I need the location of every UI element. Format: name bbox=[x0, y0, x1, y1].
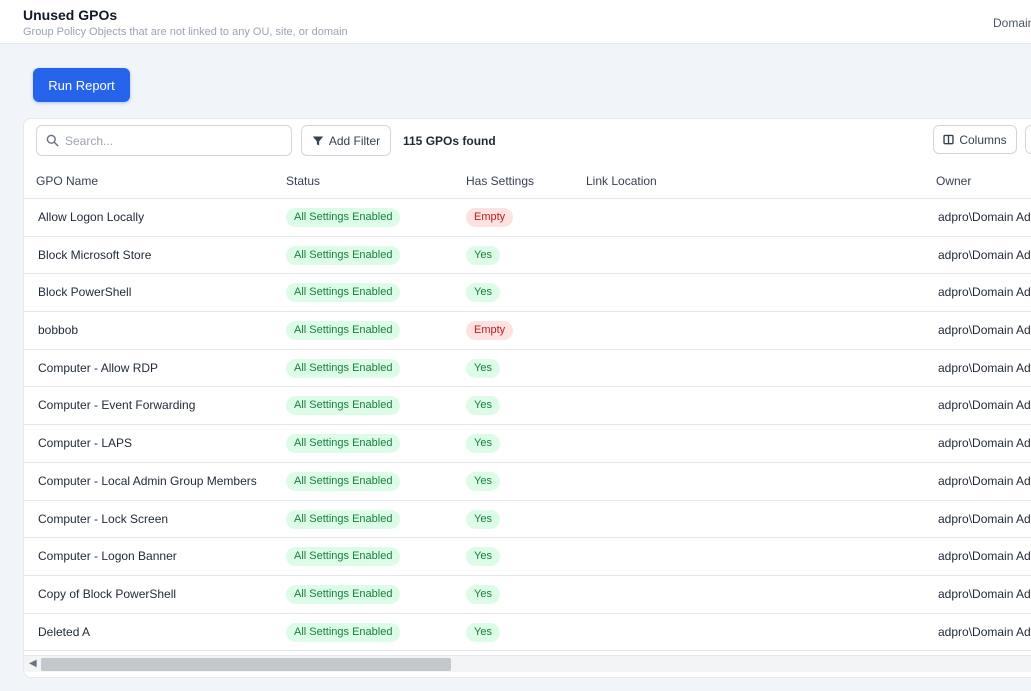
status-badge: All Settings Enabled bbox=[286, 434, 401, 454]
scrollbar-thumb[interactable] bbox=[41, 658, 451, 671]
table-row[interactable]: Computer - LAPS All Settings Enabled Yes ad… bbox=[24, 425, 1031, 463]
owner-cell: adpro\Domain Ad bbox=[938, 624, 1031, 639]
owner-cell: adpro\Domain Ad bbox=[938, 323, 1031, 338]
results-count: 115 GPOs found bbox=[403, 134, 496, 148]
has-settings-badge: Yes bbox=[466, 283, 500, 303]
has-settings-badge: Empty bbox=[466, 208, 514, 227]
table-row[interactable]: Computer - Lock Screen All Settings Enabl… bbox=[24, 501, 1031, 539]
chevron-left-icon[interactable]: ◀ bbox=[29, 658, 37, 669]
status-badge: All Settings Enabled bbox=[286, 396, 401, 416]
has-settings-badge: Yes bbox=[466, 396, 500, 416]
search-input[interactable] bbox=[65, 131, 285, 151]
has-settings-badge: Yes bbox=[466, 471, 500, 491]
gpo-name-cell: Computer - Allow RDP bbox=[38, 360, 159, 375]
table-row[interactable]: Computer - Logon Banner All Settings Enab… bbox=[24, 538, 1031, 576]
status-badge: All Settings Enabled bbox=[286, 584, 401, 604]
column-header-gpo-name[interactable]: GPO Name bbox=[36, 174, 98, 188]
table-body: Allow Logon Locally All Settings Enabled E… bbox=[24, 199, 1031, 652]
column-header-link-location[interactable]: Link Location bbox=[586, 174, 657, 188]
run-report-button[interactable]: Run Report bbox=[33, 68, 130, 102]
owner-cell: adpro\Domain Ad bbox=[938, 511, 1031, 526]
has-settings-badge: Yes bbox=[466, 584, 500, 604]
status-badge: All Settings Enabled bbox=[286, 321, 401, 341]
gpo-name-cell: Computer - LAPS bbox=[38, 436, 133, 451]
column-header-owner[interactable]: Owner bbox=[936, 174, 971, 188]
owner-cell: adpro\Domain Ad bbox=[938, 285, 1031, 300]
add-filter-label: Add Filter bbox=[328, 133, 381, 148]
has-settings-badge: Yes bbox=[466, 622, 500, 642]
gpo-name-cell: Computer - Lock Screen bbox=[38, 511, 169, 526]
search-box[interactable] bbox=[36, 125, 292, 156]
table-row[interactable]: Allow Logon Locally All Settings Enabled E… bbox=[24, 199, 1031, 237]
more-options-button[interactable] bbox=[1025, 125, 1031, 154]
owner-cell: adpro\Domain Ad bbox=[938, 473, 1031, 488]
gpo-name-cell: bobbob bbox=[38, 323, 79, 338]
domain-selector-label[interactable]: Domain bbox=[993, 16, 1031, 30]
gpo-name-cell: Copy of Block PowerShell bbox=[38, 586, 177, 601]
results-card: Add Filter 115 GPOs found Columns GPO Na… bbox=[23, 118, 1031, 678]
status-badge: All Settings Enabled bbox=[286, 283, 401, 303]
has-settings-badge: Yes bbox=[466, 245, 500, 265]
columns-button[interactable]: Columns bbox=[933, 125, 1017, 154]
column-header-status[interactable]: Status bbox=[286, 174, 320, 188]
gpo-name-cell: Block PowerShell bbox=[38, 285, 132, 300]
table-row[interactable]: Deleted A All Settings Enabled Yes adpro\Do… bbox=[24, 614, 1031, 652]
has-settings-badge: Yes bbox=[466, 434, 500, 454]
owner-cell: adpro\Domain Ad bbox=[938, 210, 1031, 224]
owner-cell: adpro\Domain Ad bbox=[938, 436, 1031, 451]
table-row[interactable]: bobbob All Settings Enabled Empty adpro\Dom… bbox=[24, 312, 1031, 350]
gpo-name-cell: Computer - Logon Banner bbox=[38, 549, 177, 564]
status-badge: All Settings Enabled bbox=[286, 547, 401, 567]
table-row[interactable]: Copy of Block PowerShell All Settings Ena… bbox=[24, 576, 1031, 614]
status-badge: All Settings Enabled bbox=[286, 471, 401, 491]
gpo-name-cell: Block Microsoft Store bbox=[38, 247, 152, 262]
owner-cell: adpro\Domain Ad bbox=[938, 586, 1031, 601]
page-title: Unused GPOs bbox=[23, 7, 118, 23]
status-badge: All Settings Enabled bbox=[286, 358, 401, 378]
has-settings-badge: Empty bbox=[466, 321, 514, 341]
horizontal-scrollbar[interactable]: ◀ bbox=[24, 655, 1031, 672]
table-row[interactable]: Block PowerShell All Settings Enabled Yes a… bbox=[24, 274, 1031, 313]
has-settings-badge: Yes bbox=[466, 509, 500, 529]
gpo-name-cell: Deleted A bbox=[38, 624, 91, 639]
has-settings-badge: Yes bbox=[466, 358, 500, 378]
table-row[interactable]: Computer - Event Forwarding All Settings … bbox=[24, 387, 1031, 426]
columns-label: Columns bbox=[959, 132, 1007, 147]
has-settings-badge: Yes bbox=[466, 547, 500, 567]
owner-cell: adpro\Domain Ad bbox=[938, 360, 1031, 375]
gpo-name-cell: Computer - Event Forwarding bbox=[38, 398, 196, 413]
status-badge: All Settings Enabled bbox=[286, 245, 401, 265]
filter-icon bbox=[312, 136, 324, 145]
status-badge: All Settings Enabled bbox=[286, 509, 401, 529]
search-icon bbox=[46, 134, 59, 147]
owner-cell: adpro\Domain Ad bbox=[938, 247, 1031, 262]
table-row[interactable]: Block Microsoft Store All Settings Enable… bbox=[24, 237, 1031, 275]
gpo-name-cell: Computer - Local Admin Group Members bbox=[38, 473, 257, 488]
status-badge: All Settings Enabled bbox=[286, 208, 401, 227]
owner-cell: adpro\Domain Ad bbox=[938, 549, 1031, 564]
columns-icon bbox=[943, 134, 954, 145]
column-header-has-settings[interactable]: Has Settings bbox=[466, 174, 534, 188]
status-badge: All Settings Enabled bbox=[286, 622, 401, 642]
owner-cell: adpro\Domain Ad bbox=[938, 398, 1031, 413]
table-header: GPO Name Status Has Settings Link Locati… bbox=[24, 163, 1031, 199]
add-filter-button[interactable]: Add Filter bbox=[301, 125, 391, 156]
page-subtitle: Group Policy Objects that are not linked… bbox=[23, 26, 348, 38]
gpo-name-cell: Allow Logon Locally bbox=[38, 210, 145, 224]
table-row[interactable]: Computer - Allow RDP All Settings Enabled… bbox=[24, 350, 1031, 388]
table-row[interactable]: Computer - Local Admin Group Members All … bbox=[24, 463, 1031, 501]
page-header: Unused GPOs Group Policy Objects that ar… bbox=[0, 0, 1031, 44]
table-toolbar: Add Filter 115 GPOs found Columns bbox=[24, 119, 1031, 163]
